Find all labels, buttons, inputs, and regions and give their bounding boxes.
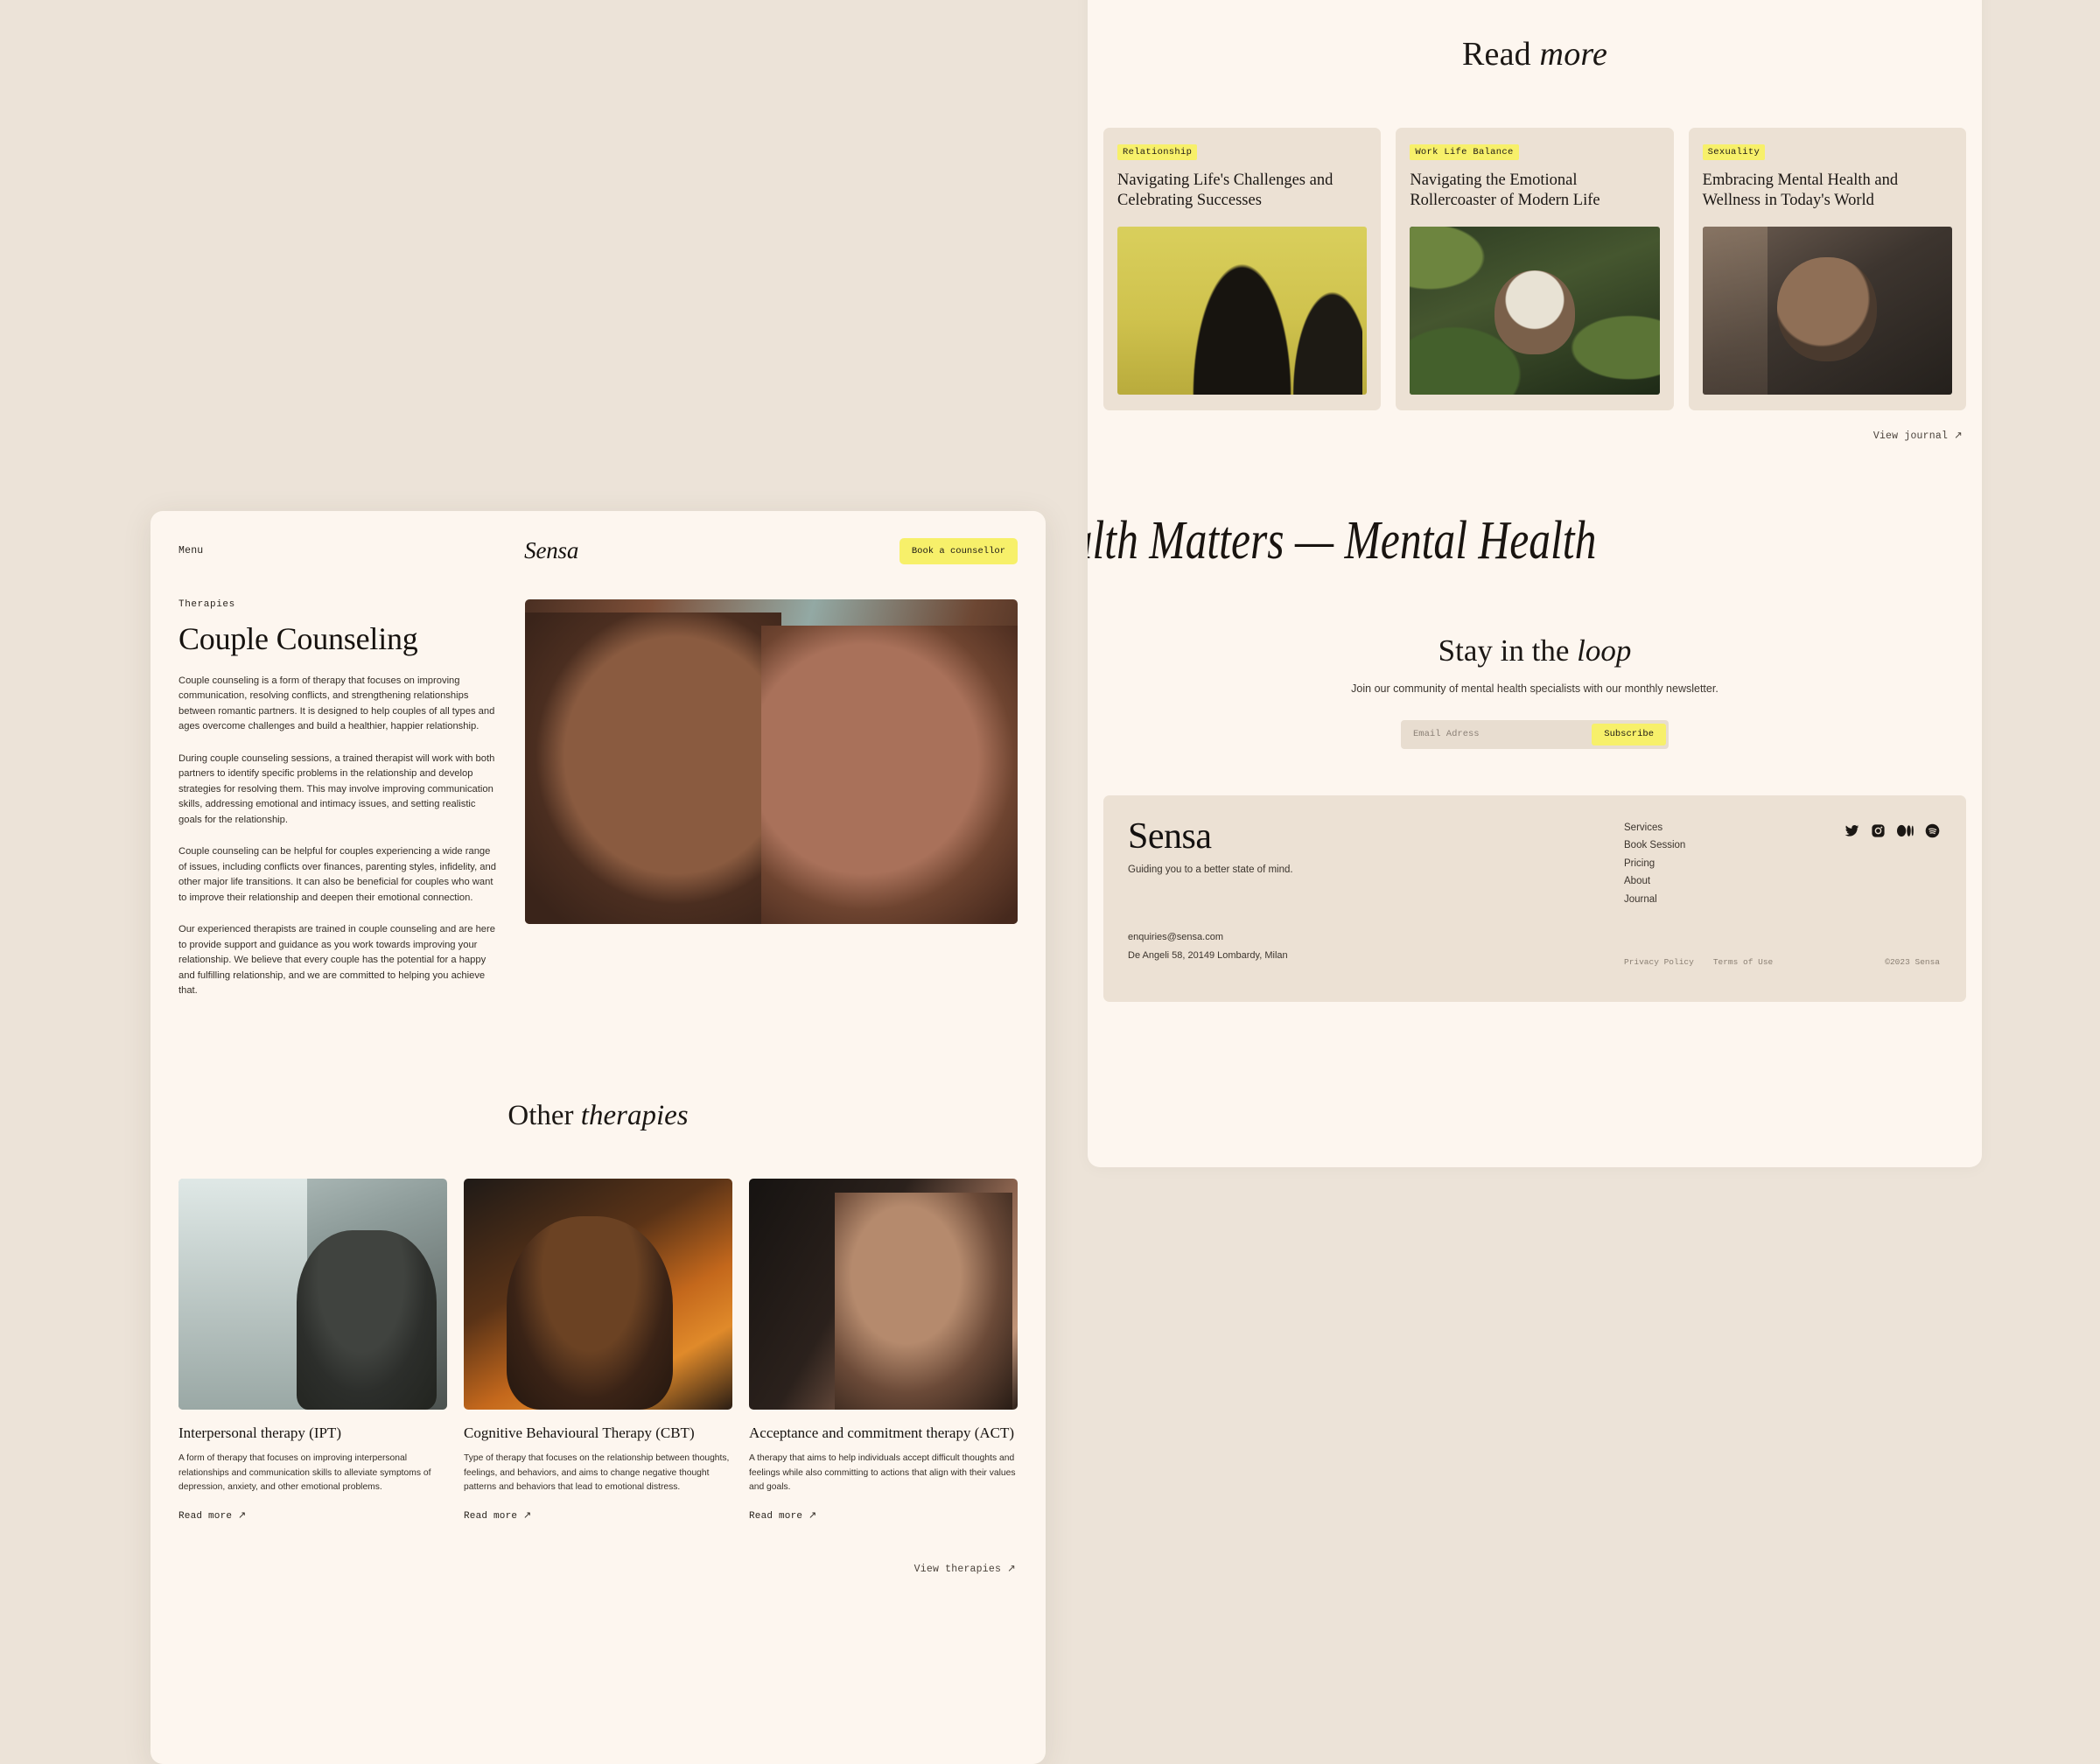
newsletter-section: Stay in the loop Join our community of m… [1088, 634, 1982, 749]
view-journal-link[interactable]: View journal ↗ [1873, 429, 1963, 442]
footer-legal-links: Privacy Policy Terms of Use [1624, 957, 1773, 967]
therapy-card-image [749, 1179, 1018, 1410]
journal-page-panel: Read more Relationship Navigating Life's… [1088, 0, 1982, 1167]
article-title: Embracing Mental Health and Wellness in … [1702, 172, 1899, 210]
read-more-heading-italic: more [1539, 36, 1608, 73]
therapy-page-panel: Menu Sensa Book a counsellor Therapies C… [150, 511, 1046, 1764]
therapy-card[interactable]: Interpersonal therapy (IPT) A form of th… [178, 1179, 447, 1522]
footer-email[interactable]: enquiries@sensa.com [1128, 932, 1288, 942]
other-therapies-heading-regular: Other [508, 1100, 574, 1132]
subscribe-button[interactable]: Subscribe [1592, 723, 1666, 746]
hero-paragraph: Our experienced therapists are trained i… [178, 924, 495, 996]
instagram-icon[interactable] [1871, 823, 1886, 838]
newsletter-heading-regular: Stay in the [1438, 634, 1570, 668]
article-tag: Sexuality [1702, 144, 1766, 160]
therapy-card-description: Type of therapy that focuses on the rela… [464, 1453, 730, 1492]
newsletter-heading-italic: loop [1577, 634, 1632, 668]
article-card[interactable]: Sexuality Embracing Mental Health and We… [1688, 128, 1966, 410]
read-more-heading-regular: Read [1461, 36, 1531, 73]
therapy-card-image [178, 1179, 447, 1410]
therapy-card-title: Acceptance and commitment therapy (ACT) [749, 1424, 1015, 1442]
article-card[interactable]: Relationship Navigating Life's Challenge… [1103, 128, 1382, 410]
twitter-icon[interactable] [1844, 823, 1859, 838]
spotify-icon[interactable] [1925, 823, 1940, 838]
hero-paragraph: Couple counseling is a form of therapy t… [178, 676, 495, 732]
article-grid: Relationship Navigating Life's Challenge… [1088, 128, 1982, 410]
email-input[interactable] [1411, 728, 1592, 741]
article-card[interactable]: Work Life Balance Navigating the Emotion… [1396, 128, 1674, 410]
article-tag: Relationship [1117, 144, 1198, 160]
article-tag: Work Life Balance [1410, 144, 1519, 160]
therapy-card-title: Interpersonal therapy (IPT) [178, 1424, 341, 1442]
hero-image [525, 599, 1018, 924]
newsletter-subtitle: Join our community of mental health spec… [1351, 682, 1718, 695]
footer-nav-about[interactable]: About [1624, 876, 1685, 886]
article-title: Navigating Life's Challenges and Celebra… [1117, 172, 1334, 210]
other-therapies-heading-italic: therapies [580, 1100, 689, 1132]
footer-nav-pricing[interactable]: Pricing [1624, 858, 1685, 869]
hero-text-column: Therapies Couple Counseling Couple couns… [178, 599, 525, 998]
therapy-card-grid: Interpersonal therapy (IPT) A form of th… [150, 1179, 1046, 1522]
hero-paragraph: During couple counseling sessions, a tra… [178, 752, 495, 825]
footer-tagline: Guiding you to a better state of mind. [1128, 864, 1293, 875]
therapy-card-title: Cognitive Behavioural Therapy (CBT) [464, 1424, 695, 1442]
therapy-card-image [464, 1179, 732, 1410]
hero-section: Therapies Couple Counseling Couple couns… [150, 564, 1046, 998]
therapy-card-description: A form of therapy that focuses on improv… [178, 1453, 431, 1492]
terms-of-use-link[interactable]: Terms of Use [1713, 957, 1773, 967]
footer-brand-logo: Sensa [1128, 816, 1212, 857]
footer-nav-book-session[interactable]: Book Session [1624, 840, 1685, 850]
brand-logo[interactable]: Sensa [524, 537, 578, 564]
social-links [1844, 823, 1940, 838]
privacy-policy-link[interactable]: Privacy Policy [1624, 957, 1694, 967]
footer-address: De Angeli 58, 20149 Lombardy, Milan [1128, 949, 1288, 961]
newsletter-signup-form: Subscribe [1401, 719, 1669, 749]
view-therapies-row: View therapies ↗ [150, 1562, 1046, 1575]
hero-paragraph: Couple counseling can be helpful for cou… [178, 846, 496, 903]
therapy-card-description: A therapy that aims to help individuals … [749, 1453, 1016, 1492]
breadcrumb-eyebrow: Therapies [178, 599, 235, 610]
therapy-card-read-more-link[interactable]: Read more ↗ [749, 1509, 1018, 1522]
therapy-card-read-more-link[interactable]: Read more ↗ [464, 1509, 732, 1522]
medium-icon[interactable] [1897, 823, 1914, 838]
therapy-card[interactable]: Cognitive Behavioural Therapy (CBT) Type… [464, 1179, 732, 1522]
article-thumbnail [1410, 227, 1660, 395]
article-thumbnail [1117, 227, 1368, 395]
menu-button[interactable]: Menu [178, 545, 203, 556]
newsletter-heading: Stay in the loop [1088, 634, 1982, 668]
footer-nav-services[interactable]: Services [1624, 822, 1685, 833]
footer-nav: Services Book Session Pricing About Jour… [1624, 822, 1685, 913]
article-title: Navigating the Emotional Rollercoaster o… [1410, 172, 1600, 210]
top-navigation-bar: Menu Sensa Book a counsellor [150, 511, 1046, 564]
view-journal-row: View journal ↗ [1088, 429, 1982, 442]
footer-nav-journal[interactable]: Journal [1624, 894, 1685, 905]
page-title: Couple Counseling [178, 621, 418, 656]
therapy-card-read-more-link[interactable]: Read more ↗ [178, 1509, 447, 1522]
book-a-counsellor-button[interactable]: Book a counsellor [899, 537, 1018, 564]
site-footer: Sensa Guiding you to a better state of m… [1103, 794, 1966, 1002]
marquee-banner: Mental Health Matters — Mental Health Ma… [1088, 511, 1602, 570]
article-thumbnail [1702, 227, 1952, 395]
view-therapies-link[interactable]: View therapies ↗ [914, 1562, 1016, 1575]
footer-contact: enquiries@sensa.com De Angeli 58, 20149 … [1128, 932, 1288, 969]
therapy-card[interactable]: Acceptance and commitment therapy (ACT) … [749, 1179, 1018, 1522]
read-more-heading: Read more [1088, 35, 1982, 74]
other-therapies-heading: Other therapies [150, 1100, 1046, 1132]
footer-copyright: ©2023 Sensa [1885, 956, 1940, 967]
